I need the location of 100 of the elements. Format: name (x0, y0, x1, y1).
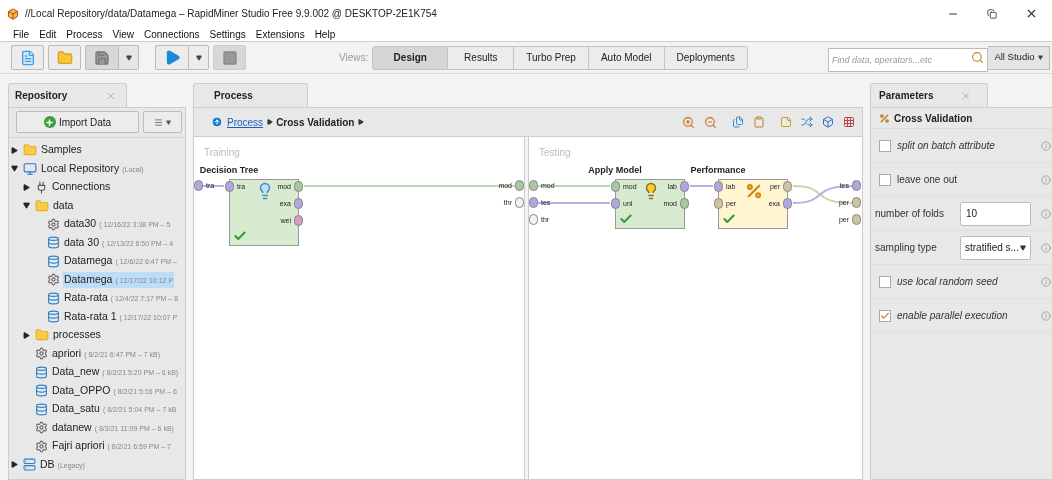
view-tab[interactable]: Results (447, 45, 515, 70)
note-icon[interactable] (780, 116, 792, 128)
stop-button[interactable] (213, 45, 246, 70)
breadcrumb-link[interactable]: Process (227, 114, 264, 130)
close-icon[interactable] (1025, 7, 1038, 20)
expand-arrow-icon[interactable] (11, 146, 18, 154)
tree-item[interactable]: processes (52, 327, 102, 344)
import-data-button[interactable]: Import Data (16, 111, 139, 133)
port[interactable] (611, 198, 620, 209)
percent-icon (879, 112, 890, 124)
view-tab[interactable]: Auto Model (587, 45, 665, 70)
checkbox[interactable] (879, 173, 891, 186)
data-icon (35, 384, 48, 398)
repository-tab[interactable]: Repository (8, 83, 127, 107)
caret-icon (195, 54, 202, 61)
expand-arrow-icon[interactable] (23, 183, 30, 191)
info-icon[interactable] (1041, 174, 1051, 185)
menu-item[interactable]: Connections (144, 26, 200, 42)
menu-item[interactable]: File (13, 26, 30, 42)
info-icon[interactable] (1041, 208, 1051, 219)
plus-icon (43, 116, 56, 128)
tree-item[interactable]: Samples (40, 142, 83, 159)
caret-icon (1020, 244, 1026, 251)
info-icon[interactable] (1041, 140, 1051, 151)
menu-item[interactable]: Process (66, 26, 103, 42)
parameters-tab[interactable]: Parameters (870, 83, 988, 107)
info-icon[interactable] (1041, 310, 1051, 321)
checkbox[interactable] (879, 309, 891, 322)
paste-icon[interactable] (753, 116, 765, 128)
collapse-arrow-icon[interactable] (23, 202, 30, 210)
expand-arrow-icon[interactable] (11, 461, 18, 469)
port[interactable] (680, 198, 689, 209)
tree-item[interactable]: data (52, 197, 75, 214)
save-button[interactable] (85, 45, 119, 70)
menu-item[interactable]: Edit (39, 26, 57, 42)
scope-dropdown[interactable]: All Studio (988, 45, 1050, 70)
port[interactable] (529, 197, 538, 208)
port[interactable] (529, 180, 538, 191)
zoom-out-icon[interactable] (704, 115, 717, 129)
info-icon[interactable] (1041, 276, 1051, 287)
checkbox[interactable] (879, 139, 891, 152)
restore-icon[interactable] (987, 8, 997, 19)
menu-item[interactable]: Settings (209, 26, 246, 42)
folder-icon (23, 143, 37, 158)
collapse-arrow-icon[interactable] (11, 165, 18, 173)
save-menu-button[interactable] (119, 45, 139, 70)
stop-icon (221, 49, 238, 66)
cube-icon[interactable] (822, 116, 834, 128)
port[interactable] (852, 180, 861, 191)
operator-title: Performance (690, 164, 746, 177)
expand-arrow-icon[interactable] (23, 331, 30, 339)
port[interactable] (225, 181, 234, 192)
number-field[interactable]: 10 (960, 201, 1031, 226)
checkbox[interactable] (879, 275, 891, 288)
process-tab[interactable]: Process (193, 83, 308, 107)
menu-item[interactable]: Help (314, 26, 336, 42)
search-field[interactable]: Find data, operators...etc (828, 47, 988, 72)
port[interactable] (714, 181, 723, 192)
breadcrumb-current: Cross Validation (276, 115, 355, 130)
run-menu-button[interactable] (189, 45, 209, 70)
menu-item[interactable]: Extensions (255, 26, 305, 42)
view-tab[interactable]: Design (372, 45, 449, 70)
grid-icon[interactable] (843, 116, 855, 128)
arrange-icon[interactable] (801, 116, 813, 128)
data-icon (47, 291, 60, 305)
sampling-dropdown[interactable]: stratified s... (960, 235, 1031, 260)
data-icon (47, 310, 60, 324)
menu-button[interactable] (143, 111, 182, 133)
port[interactable] (680, 181, 689, 192)
search-icon[interactable] (971, 50, 984, 64)
chevron-icon[interactable] (267, 119, 274, 125)
tree-item[interactable]: Connections (51, 179, 112, 196)
port[interactable] (611, 181, 620, 192)
port[interactable] (294, 198, 303, 209)
view-tab[interactable]: Deployments (663, 45, 748, 70)
monitor-icon (23, 161, 37, 176)
port[interactable] (294, 181, 303, 192)
menu-item[interactable]: View (112, 26, 134, 42)
view-tab[interactable]: Turbo Prep (513, 45, 589, 70)
parameter-label: sampling type (875, 241, 937, 255)
run-button[interactable] (155, 45, 189, 70)
open-button[interactable] (48, 45, 81, 70)
port[interactable] (294, 215, 303, 226)
up-icon[interactable] (211, 116, 223, 128)
chevron-icon[interactable] (358, 119, 365, 125)
new-button[interactable] (11, 45, 44, 70)
port[interactable] (852, 197, 861, 208)
info-icon[interactable] (1041, 242, 1051, 253)
menu-icon (154, 117, 163, 127)
zoom-in-icon[interactable] (682, 115, 695, 129)
port[interactable] (714, 198, 723, 209)
caret-icon (1037, 55, 1043, 60)
port[interactable] (194, 180, 203, 191)
caret-icon (125, 54, 132, 61)
port[interactable] (783, 181, 792, 192)
port[interactable] (529, 214, 538, 225)
port[interactable] (783, 198, 792, 209)
copy-icon[interactable] (732, 116, 744, 128)
port[interactable] (852, 214, 861, 225)
app-icon (7, 7, 19, 20)
